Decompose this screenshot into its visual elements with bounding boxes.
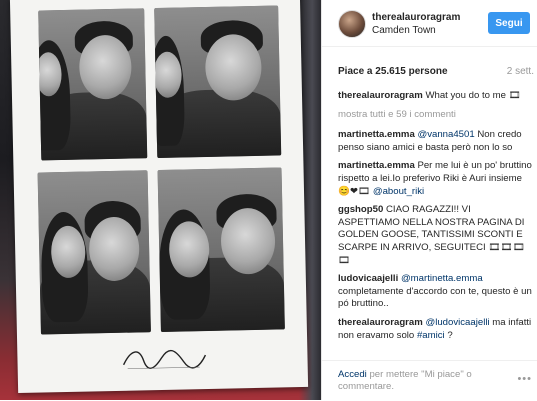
booth-frame-4 (157, 167, 285, 332)
post-header: therealauroragram Camden Town Segui (322, 0, 537, 47)
login-prompt: Accedi per mettere "Mi piace" o commenta… (338, 369, 498, 393)
comment-username[interactable]: ludovicaajelli (338, 273, 398, 284)
load-more-comments[interactable]: mostra tutti e 59 i commenti (338, 109, 532, 122)
photo-booth-strip (9, 0, 309, 393)
booth-frame-2 (154, 5, 282, 159)
caption-username[interactable]: therealauroragram (338, 90, 423, 101)
caption-emoji: 🎞 (508, 90, 521, 101)
comment-username[interactable]: martinetta.emma (338, 129, 415, 140)
comment-mention[interactable]: @ludovicaajelli (425, 317, 489, 328)
post-side-panel: therealauroragram Camden Town Segui Piac… (321, 0, 537, 400)
comment-mention[interactable]: @martinetta.emma (401, 273, 483, 284)
comment-item: ggshop50 CIAO RAGAZZI!! VI ASPETTIAMO NE… (338, 204, 532, 267)
comment-item: martinetta.emma Per me lui è un po' brut… (338, 160, 532, 198)
comments-list: therealauroragram What you do to me 🎞 mo… (338, 90, 532, 348)
booth-logo (122, 349, 207, 369)
booth-frame-1 (38, 8, 148, 161)
comment-text: ? (444, 329, 453, 341)
comment-item: martinetta.emma @vanna4501 Non credo pen… (338, 129, 532, 154)
post-caption: therealauroragram What you do to me 🎞 (338, 90, 532, 103)
more-options-icon[interactable]: ••• (517, 373, 532, 385)
comment-text: completamente d'accordo con te, questo è… (338, 285, 532, 310)
comment-hashtag[interactable]: #amici (417, 330, 445, 341)
comment-username[interactable]: ggshop50 (338, 204, 383, 215)
comment-item: ludovicaajelli @martinetta.emma completa… (338, 273, 532, 311)
post-date[interactable]: 2 sett. (507, 66, 534, 77)
post-footer: Accedi per mettere "Mi piace" o commenta… (322, 360, 537, 401)
header-username[interactable]: therealauroragram (372, 12, 460, 23)
avatar[interactable] (338, 10, 366, 38)
follow-button[interactable]: Segui (488, 12, 530, 34)
post-photo[interactable] (0, 0, 321, 400)
comment-mention[interactable]: @vanna4501 (417, 129, 474, 140)
comment-username[interactable]: martinetta.emma (338, 160, 415, 171)
header-location[interactable]: Camden Town (372, 25, 436, 36)
login-link[interactable]: Accedi (338, 369, 367, 380)
comment-username[interactable]: therealauroragram (338, 317, 423, 328)
comment-item: therealauroragram @ludovicaajelli ma inf… (338, 317, 532, 342)
comment-mention[interactable]: @about_riki (373, 186, 424, 197)
caption-text: What you do to me (425, 90, 509, 101)
booth-frame-3 (37, 170, 151, 335)
likes-count[interactable]: Piace a 25.615 persone (338, 66, 448, 77)
